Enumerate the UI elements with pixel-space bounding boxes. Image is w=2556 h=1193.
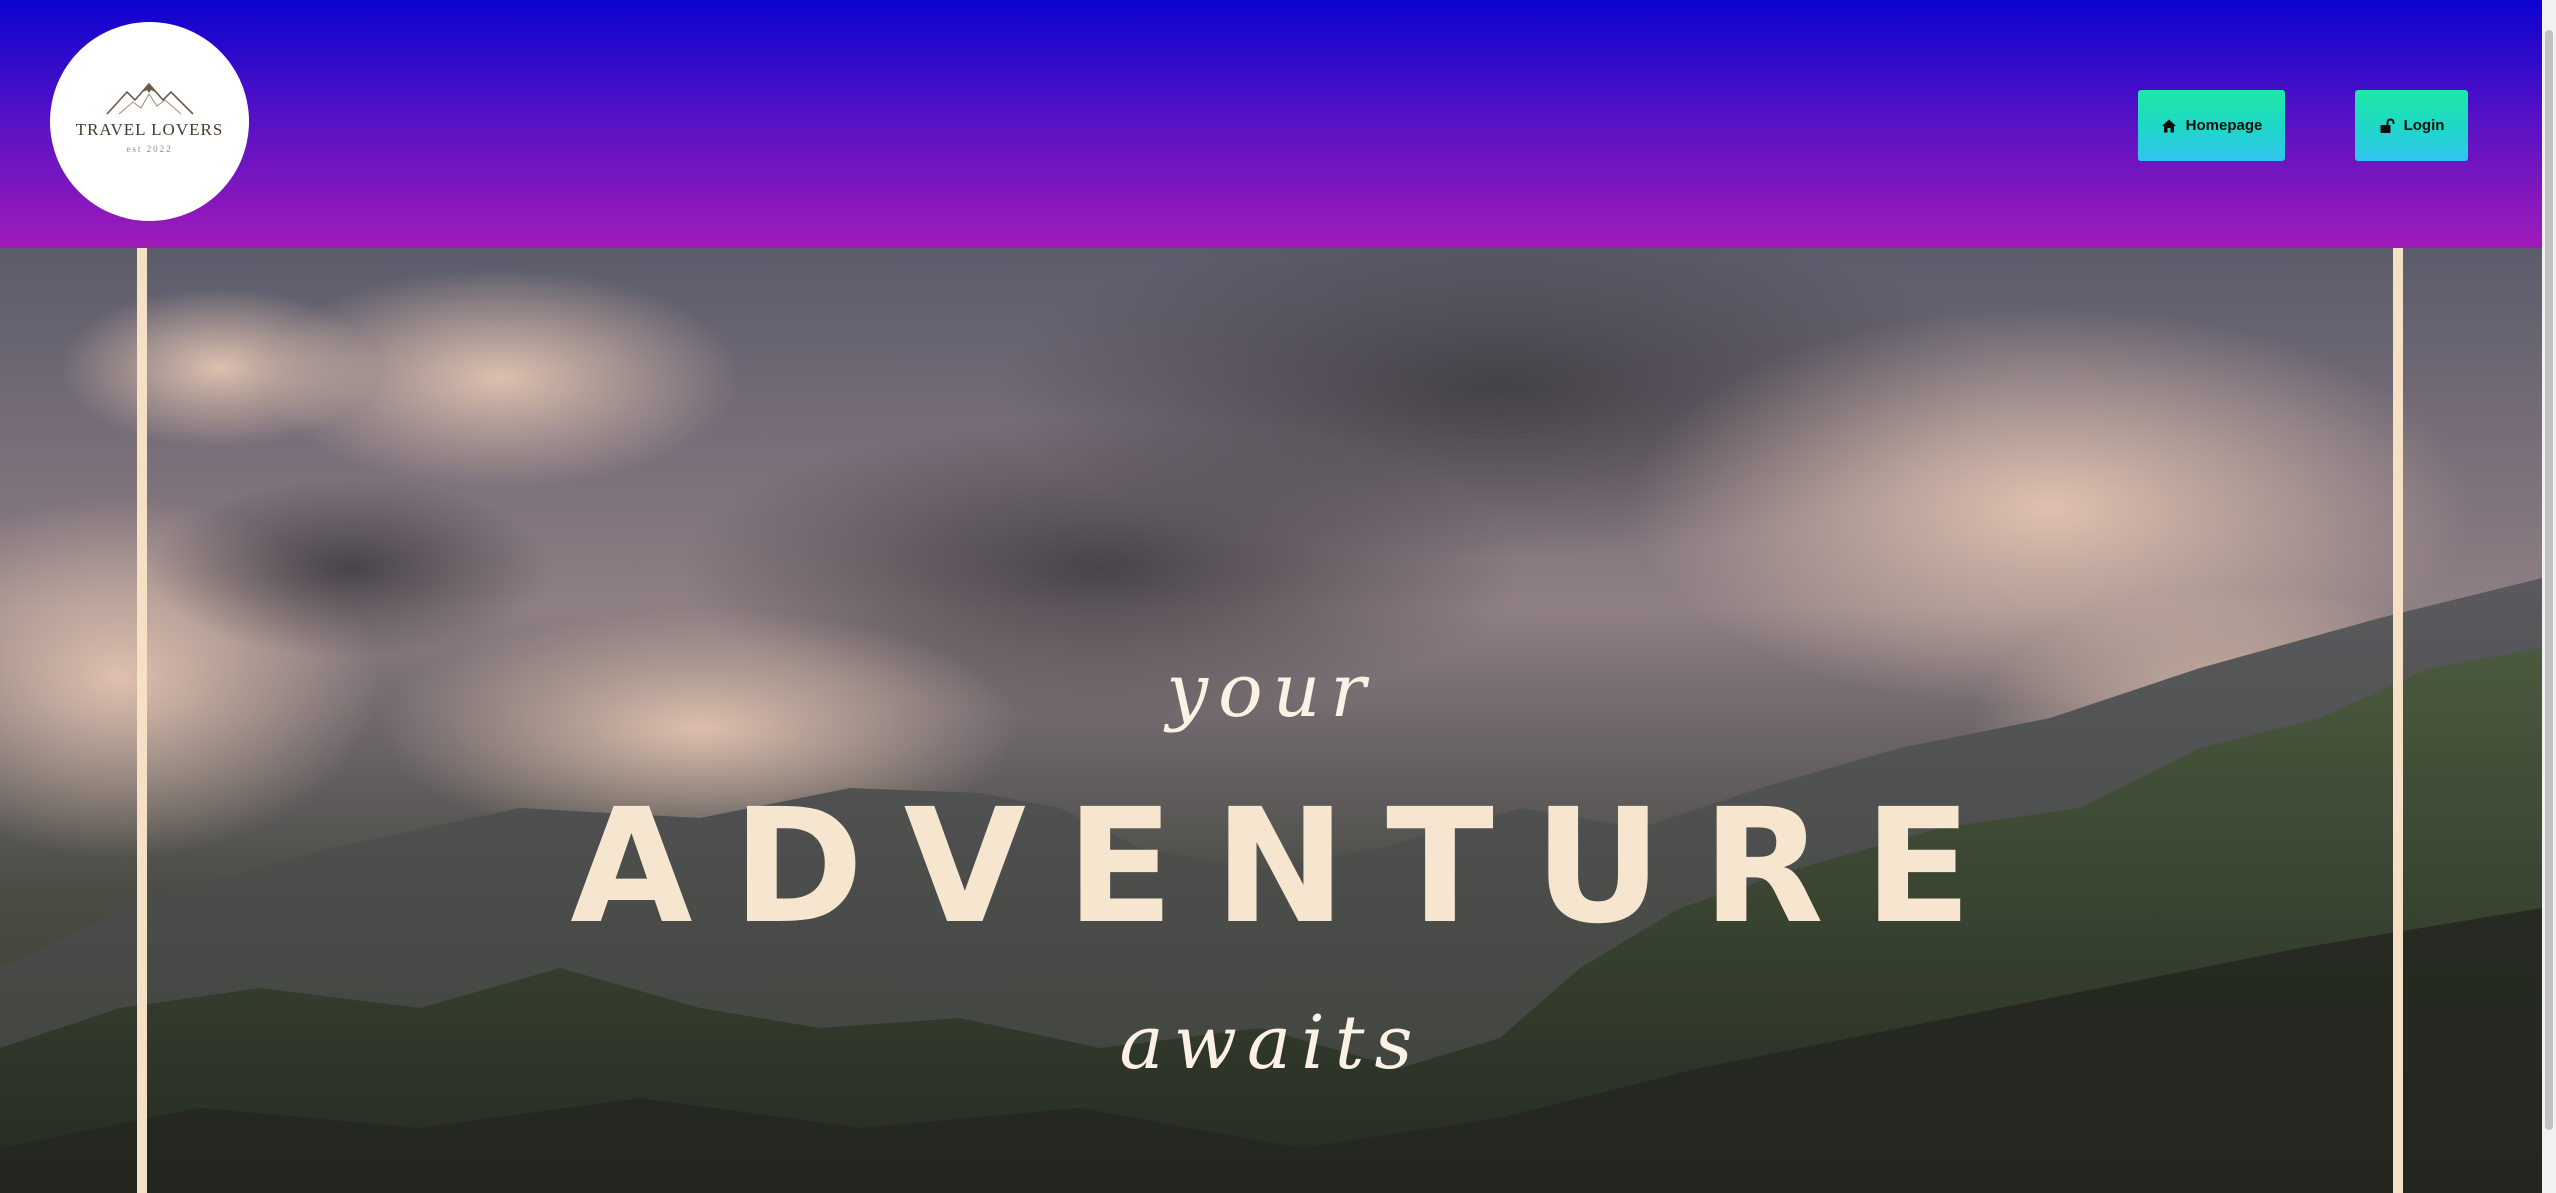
scrollbar-thumb[interactable] <box>2545 30 2553 1130</box>
page-scrollbar[interactable] <box>2542 0 2556 1193</box>
travel-lovers-logo[interactable]: TRAVEL LOVERS est 2022 <box>50 22 249 221</box>
logo-est: est 2022 <box>126 143 173 154</box>
home-icon <box>2161 119 2176 132</box>
tagline-your: your <box>1166 648 1376 734</box>
homepage-button-label: Homepage <box>2185 117 2263 134</box>
page: TRAVEL LOVERS est 2022 Homepage Login yo… <box>0 0 2556 1193</box>
mountain-icon <box>105 82 194 115</box>
login-button[interactable]: Login <box>2355 90 2468 161</box>
hero-section: your ADVENTURE awaits <box>0 248 2542 1193</box>
site-header: TRAVEL LOVERS est 2022 Homepage Login <box>0 0 2542 248</box>
homepage-button[interactable]: Homepage <box>2138 90 2285 161</box>
hero-tagline: your ADVENTURE awaits <box>0 248 2542 1193</box>
tagline-awaits: awaits <box>1119 1000 1423 1086</box>
logo-name: TRAVEL LOVERS <box>75 119 224 139</box>
unlock-icon <box>2380 118 2395 133</box>
login-button-label: Login <box>2403 117 2445 134</box>
tagline-adventure: ADVENTURE <box>570 775 2012 959</box>
